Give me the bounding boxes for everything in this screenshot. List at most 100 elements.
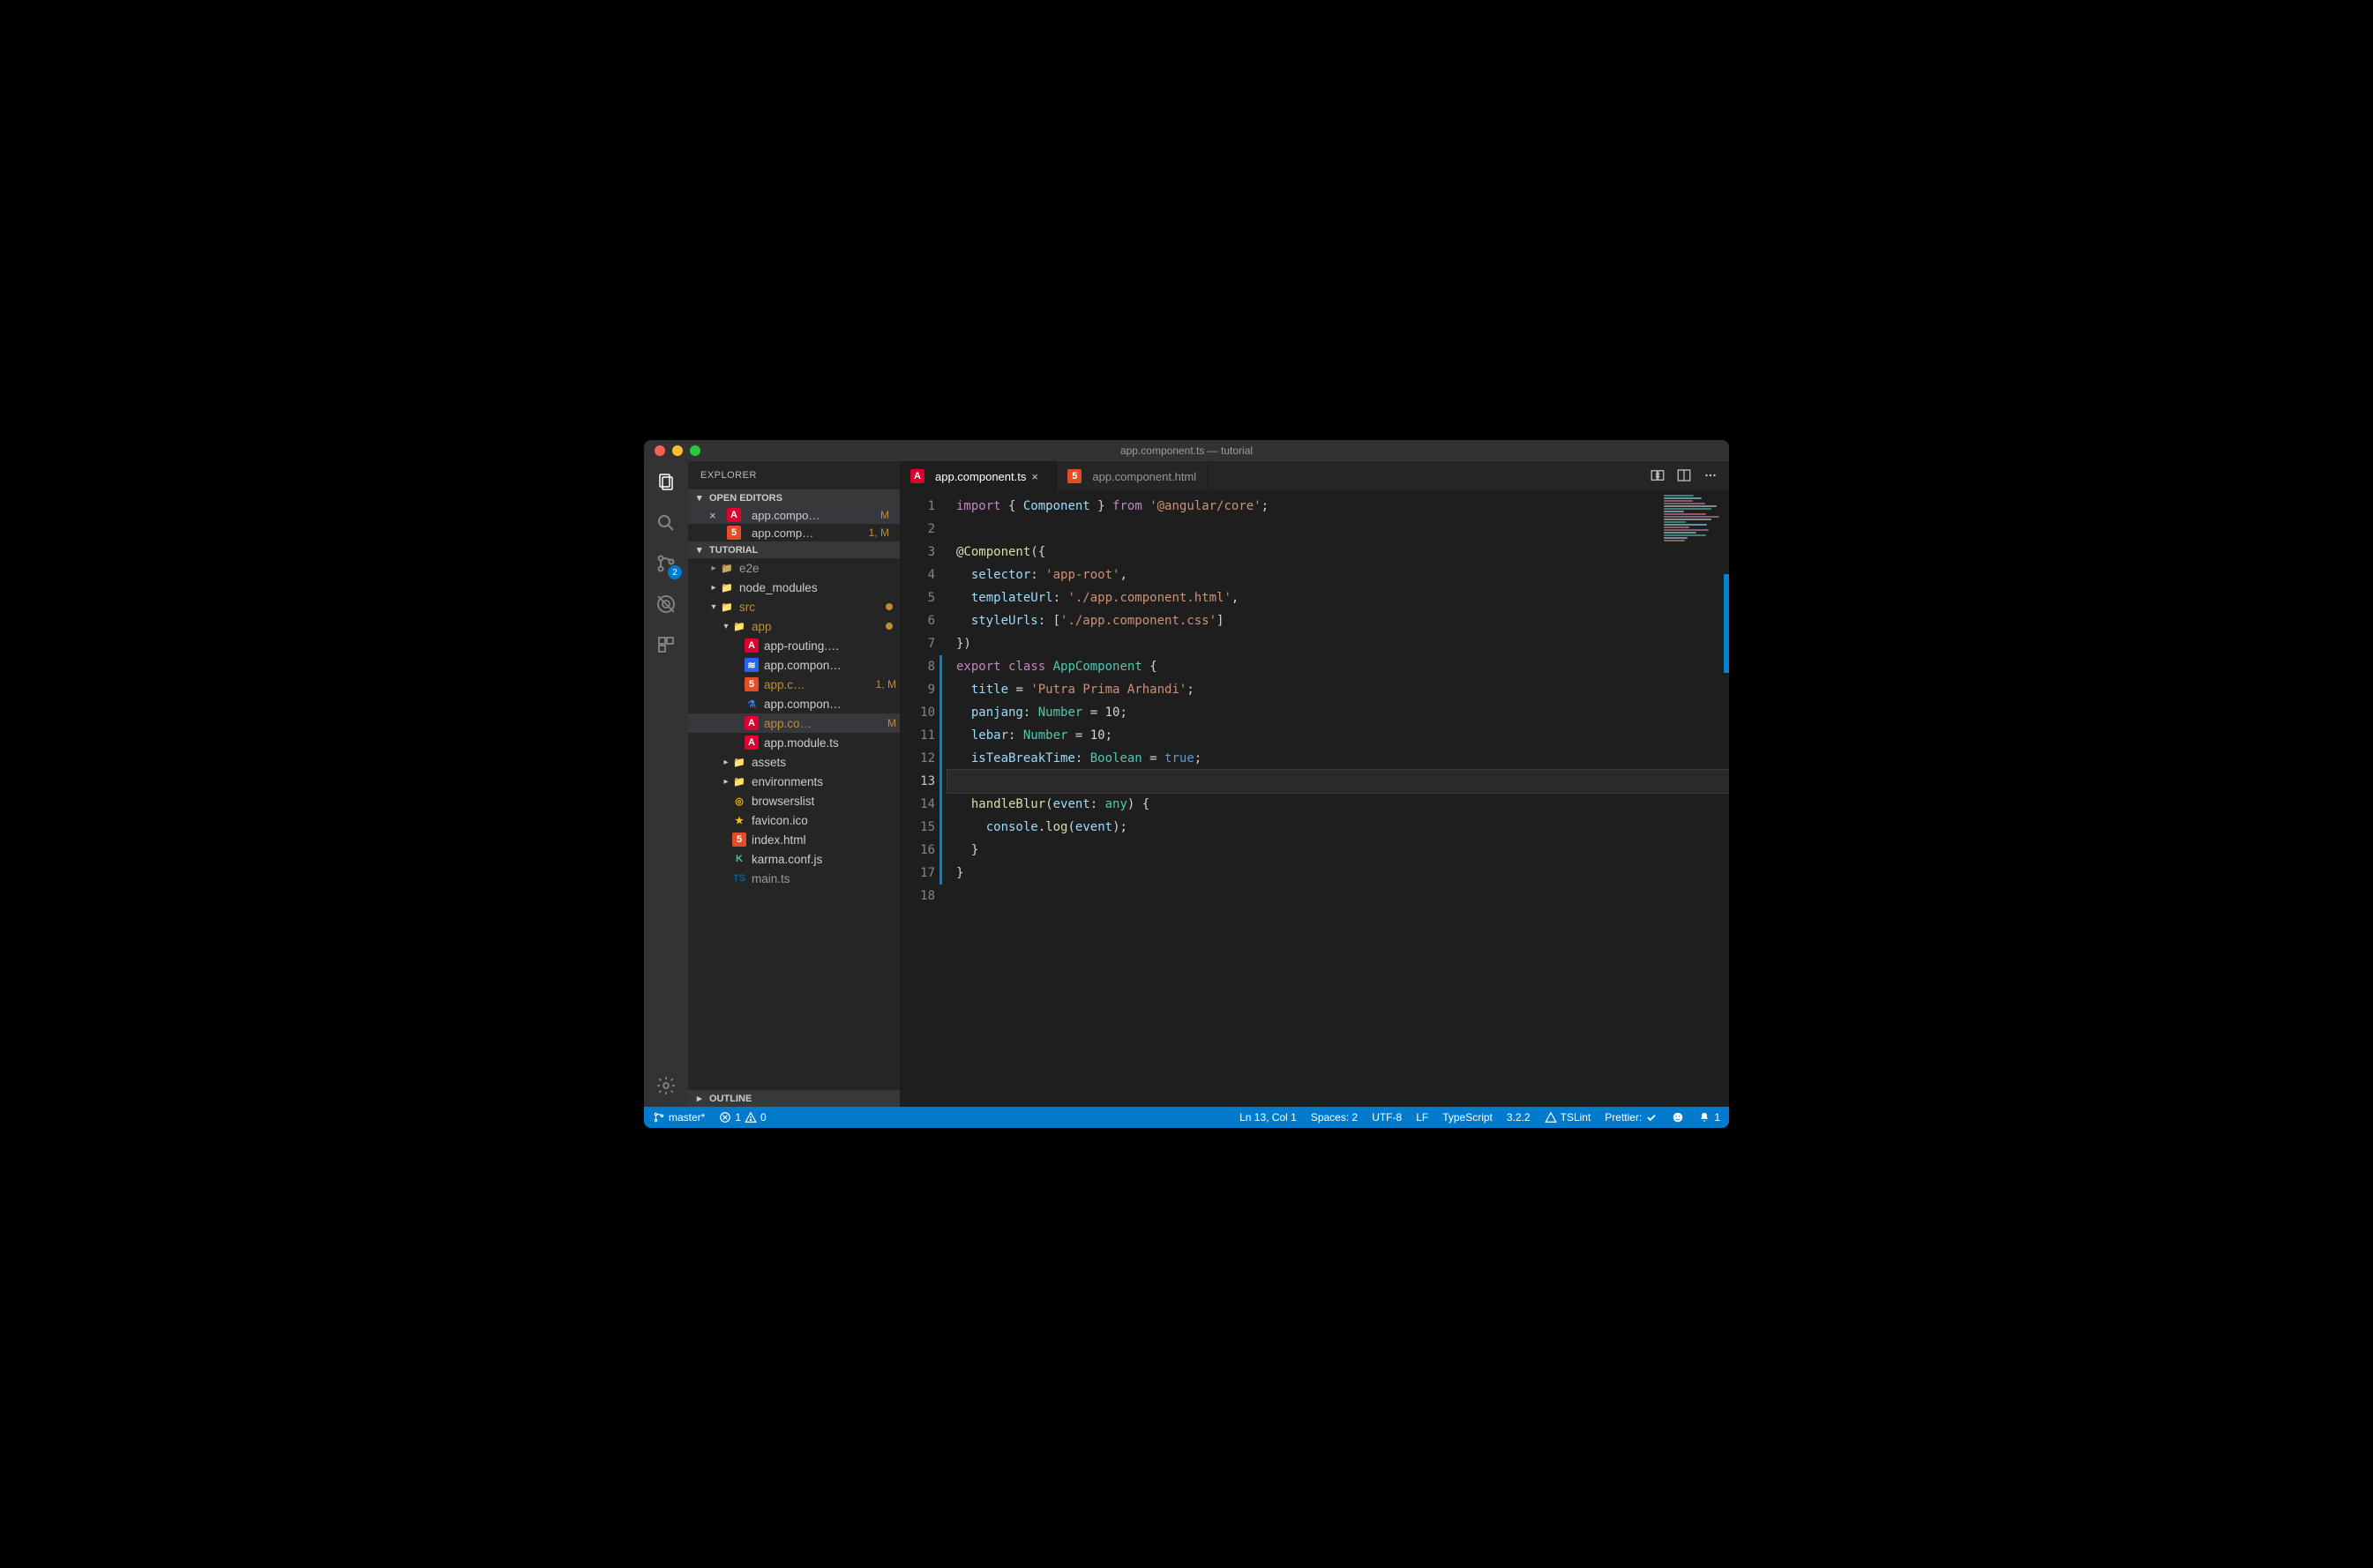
file-item[interactable]: 5index.html: [688, 830, 900, 849]
split-editor-icon[interactable]: [1676, 467, 1692, 486]
source-control-icon[interactable]: 2: [654, 551, 678, 576]
line-number[interactable]: 1: [900, 495, 935, 518]
outline-header[interactable]: ▸ OUTLINE: [688, 1090, 900, 1107]
code-line[interactable]: }: [956, 839, 1729, 862]
prettier-status[interactable]: Prettier:: [1605, 1111, 1658, 1124]
code-line[interactable]: styleUrls: ['./app.component.css']: [956, 609, 1729, 632]
line-number[interactable]: 13: [900, 770, 935, 793]
line-number[interactable]: 4: [900, 564, 935, 586]
chevron-down-icon[interactable]: ▾: [720, 622, 732, 631]
close-icon[interactable]: ×: [709, 509, 722, 522]
project-header[interactable]: ▾ TUTORIAL: [688, 541, 900, 558]
tslint-status[interactable]: TSLint: [1545, 1111, 1591, 1124]
code-line[interactable]: export class AppComponent {: [956, 655, 1729, 678]
folder-item[interactable]: ▸📁node_modules: [688, 578, 900, 597]
git-branch[interactable]: master*: [653, 1111, 705, 1124]
problems-indicator[interactable]: 1 0: [719, 1111, 766, 1124]
code-line[interactable]: lebar: Number = 10;: [956, 724, 1729, 747]
line-number[interactable]: 17: [900, 862, 935, 885]
editor-tab[interactable]: Aapp.component.ts×: [900, 461, 1057, 491]
chevron-right-icon[interactable]: ▸: [720, 777, 732, 787]
editor-tab[interactable]: 5app.component.html: [1057, 461, 1208, 491]
line-number[interactable]: 6: [900, 609, 935, 632]
line-number[interactable]: 16: [900, 839, 935, 862]
line-number[interactable]: 2: [900, 518, 935, 541]
line-number[interactable]: 10: [900, 701, 935, 724]
indentation[interactable]: Spaces: 2: [1311, 1111, 1358, 1124]
line-number[interactable]: 18: [900, 885, 935, 907]
code-line[interactable]: title = 'Putra Prima Arhandi';: [956, 678, 1729, 701]
line-number[interactable]: 7: [900, 632, 935, 655]
feedback-icon[interactable]: [1672, 1111, 1684, 1124]
minimap[interactable]: [1664, 495, 1725, 548]
debug-icon[interactable]: [654, 592, 678, 616]
folder-item[interactable]: ▸📁environments: [688, 772, 900, 791]
settings-gear-icon[interactable]: [654, 1073, 678, 1098]
code-line[interactable]: }: [956, 862, 1729, 885]
close-window-icon[interactable]: [655, 445, 665, 456]
code-line[interactable]: templateUrl: './app.component.html',: [956, 586, 1729, 609]
chevron-down-icon[interactable]: ▾: [707, 602, 720, 612]
line-number[interactable]: 9: [900, 678, 935, 701]
folder-item[interactable]: ▸📁e2e: [688, 558, 900, 578]
line-number[interactable]: 5: [900, 586, 935, 609]
code-line[interactable]: handleBlur(event: any) {: [956, 793, 1729, 816]
code-line[interactable]: console.log(event);: [956, 816, 1729, 839]
code-editor[interactable]: 123456789101112131415161718 import { Com…: [900, 491, 1729, 1107]
file-item[interactable]: Aapp-routing.…: [688, 636, 900, 655]
line-number[interactable]: 14: [900, 793, 935, 816]
more-actions-icon[interactable]: [1703, 467, 1718, 486]
folder-item[interactable]: ▸📁assets: [688, 752, 900, 772]
encoding[interactable]: UTF-8: [1372, 1111, 1402, 1124]
file-item[interactable]: 5app.c…1, M: [688, 675, 900, 694]
folder-item[interactable]: ▾📁src: [688, 597, 900, 616]
line-number[interactable]: 3: [900, 541, 935, 564]
search-icon[interactable]: [654, 511, 678, 535]
open-editors-header[interactable]: ▾ OPEN EDITORS: [688, 489, 900, 506]
line-number[interactable]: 12: [900, 747, 935, 770]
line-number[interactable]: 15: [900, 816, 935, 839]
code-line[interactable]: [956, 885, 1729, 907]
vscode-window: app.component.ts — tutorial 2: [644, 440, 1729, 1128]
code-line[interactable]: selector: 'app-root',: [956, 564, 1729, 586]
file-item[interactable]: ≋app.compon…: [688, 655, 900, 675]
folder-item[interactable]: ▾📁app: [688, 616, 900, 636]
cursor-position[interactable]: Ln 13, Col 1: [1239, 1111, 1297, 1124]
chevron-right-icon[interactable]: ▸: [707, 564, 720, 573]
file-item[interactable]: ⚗app.compon…: [688, 694, 900, 713]
chevron-right-icon[interactable]: ▸: [707, 583, 720, 593]
chevron-right-icon[interactable]: ▸: [720, 758, 732, 767]
code-line[interactable]: panjang: Number = 10;: [956, 701, 1729, 724]
file-item[interactable]: Kkarma.conf.js: [688, 849, 900, 869]
extensions-icon[interactable]: [654, 632, 678, 657]
code-content[interactable]: import { Component } from '@angular/core…: [947, 491, 1729, 1107]
line-number[interactable]: 8: [900, 655, 935, 678]
titlebar[interactable]: app.component.ts — tutorial: [644, 440, 1729, 461]
explorer-icon[interactable]: [654, 470, 678, 495]
zoom-window-icon[interactable]: [690, 445, 700, 456]
code-line[interactable]: @Component({: [956, 541, 1729, 564]
notifications-bell[interactable]: 1: [1698, 1111, 1720, 1124]
file-item[interactable]: ◎browserslist: [688, 791, 900, 810]
file-item[interactable]: TSmain.ts: [688, 869, 900, 888]
file-item[interactable]: Aapp.co…M: [688, 713, 900, 733]
open-editor-item[interactable]: ×5app.comp…1, M: [688, 524, 900, 541]
open-changes-icon[interactable]: [1650, 467, 1666, 486]
file-item[interactable]: Aapp.module.ts: [688, 733, 900, 752]
code-line[interactable]: isTeaBreakTime: Boolean = true;: [956, 747, 1729, 770]
file-item[interactable]: ★favicon.ico: [688, 810, 900, 830]
ts-version[interactable]: 3.2.2: [1507, 1111, 1531, 1124]
close-tab-icon[interactable]: ×: [1031, 470, 1045, 483]
chevron-down-icon: ▾: [697, 544, 706, 556]
eol[interactable]: LF: [1416, 1111, 1428, 1124]
code-line[interactable]: [947, 770, 1729, 793]
code-line[interactable]: }): [956, 632, 1729, 655]
language-mode[interactable]: TypeScript: [1442, 1111, 1493, 1124]
code-line[interactable]: import { Component } from '@angular/core…: [956, 495, 1729, 518]
code-line[interactable]: [956, 518, 1729, 541]
ng-icon: A: [745, 716, 759, 730]
open-editor-item[interactable]: ×Aapp.compo…M: [688, 506, 900, 524]
line-number[interactable]: 11: [900, 724, 935, 747]
minimize-window-icon[interactable]: [672, 445, 683, 456]
folder-green-icon: 📁: [720, 561, 734, 575]
